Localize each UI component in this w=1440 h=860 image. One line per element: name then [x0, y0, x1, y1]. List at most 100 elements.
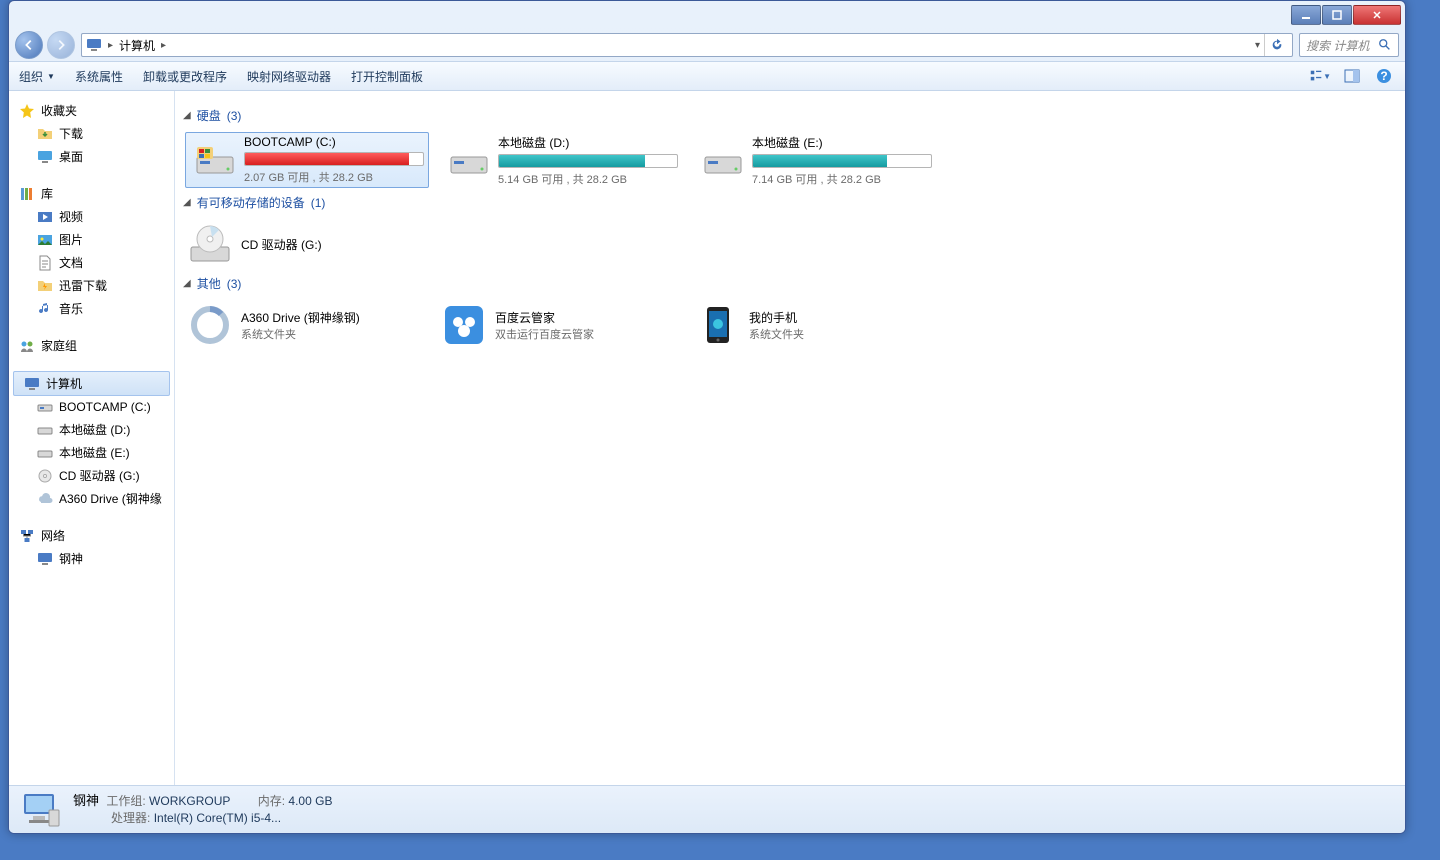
document-icon: [37, 255, 53, 271]
tree-item-drive-c[interactable]: BOOTCAMP (C:): [9, 396, 174, 418]
computer-large-icon: [21, 790, 61, 830]
drive-item[interactable]: 本地磁盘 (E:) 7.14 GB 可用 , 共 28.2 GB: [693, 132, 937, 188]
forward-button[interactable]: [47, 31, 75, 59]
other-item-subtitle: 双击运行百度云管家: [495, 326, 594, 342]
chevron-right-icon: ▸: [108, 40, 113, 51]
phone-icon: [697, 304, 739, 346]
other-list: A360 Drive (钢神缘钢) 系统文件夹 百度云管家 双击运行百度云管家 …: [185, 300, 1399, 350]
maximize-button[interactable]: [1322, 5, 1352, 25]
tree-item-a360[interactable]: A360 Drive (钢神缘: [9, 487, 174, 510]
details-pane: 钢神 工作组: WORKGROUP 内存: 4.00 GB 处理器: Intel…: [9, 785, 1405, 833]
tree-item-documents[interactable]: 文档: [9, 251, 174, 274]
system-properties[interactable]: 系统属性: [75, 68, 123, 85]
other-item[interactable]: 我的手机 系统文件夹: [693, 300, 937, 350]
other-item-name: 我的手机: [749, 309, 804, 326]
explorer-window: ▸ 计算机 ▸ ▾ 搜索 计算机 组织▼ 系统属性 卸载或更改程序 映射网络驱动…: [8, 0, 1406, 834]
tree-homegroup: 家庭组: [9, 334, 174, 357]
tree-item-drive-d[interactable]: 本地磁盘 (D:): [9, 418, 174, 441]
other-item-name: 百度云管家: [495, 309, 594, 326]
drive-name: 本地磁盘 (E:): [752, 134, 932, 151]
drive-item[interactable]: BOOTCAMP (C:) 2.07 GB 可用 , 共 28.2 GB: [185, 132, 429, 188]
details-computer-name: 钢神: [73, 793, 99, 808]
drive-list-removable: CD 驱动器 (G:): [185, 219, 1399, 269]
view-options-button[interactable]: ▼: [1309, 65, 1331, 87]
tree-network: 网络 钢神: [9, 524, 174, 570]
tree-item-videos[interactable]: 视频: [9, 205, 174, 228]
drive-item[interactable]: 本地磁盘 (D:) 5.14 GB 可用 , 共 28.2 GB: [439, 132, 683, 188]
tree-libraries: 库 视频 图片 文档 迅雷下载 音乐: [9, 182, 174, 320]
tree-item-desktop[interactable]: 桌面: [9, 145, 174, 168]
network-header[interactable]: 网络: [9, 524, 174, 547]
drive-list-hdd: BOOTCAMP (C:) 2.07 GB 可用 , 共 28.2 GB 本地磁…: [185, 132, 1399, 188]
map-network-drive[interactable]: 映射网络驱动器: [247, 68, 331, 85]
other-item[interactable]: A360 Drive (钢神缘钢) 系统文件夹: [185, 300, 429, 350]
homegroup-header[interactable]: 家庭组: [9, 334, 174, 357]
drive-usage-bar: [752, 154, 932, 168]
tree-item-thunder[interactable]: 迅雷下载: [9, 274, 174, 297]
folder-icon: [37, 126, 53, 142]
tree-item-pictures[interactable]: 图片: [9, 228, 174, 251]
libraries-header[interactable]: 库: [9, 182, 174, 205]
back-button[interactable]: [15, 31, 43, 59]
baidu-icon: [443, 304, 485, 346]
drive-name: BOOTCAMP (C:): [244, 135, 424, 149]
tree-computer: 计算机 BOOTCAMP (C:) 本地磁盘 (D:) 本地磁盘 (E:) CD…: [9, 371, 174, 510]
breadcrumb-location[interactable]: 计算机: [119, 37, 155, 54]
picture-icon: [37, 232, 53, 248]
drive-status: 5.14 GB 可用 , 共 28.2 GB: [498, 171, 678, 187]
cd-icon: [37, 468, 53, 484]
group-header-removable[interactable]: ◢ 有可移动存储的设备 (1): [183, 194, 1399, 211]
chevron-down-icon[interactable]: ▾: [1255, 40, 1260, 51]
command-bar: 组织▼ 系统属性 卸载或更改程序 映射网络驱动器 打开控制面板 ▼ ?: [9, 61, 1405, 91]
download-icon: [37, 278, 53, 294]
minimize-button[interactable]: [1291, 5, 1321, 25]
music-icon: [37, 301, 53, 317]
favorites-header[interactable]: 收藏夹: [9, 99, 174, 122]
cd-drive-item[interactable]: CD 驱动器 (G:): [185, 219, 429, 269]
a360-icon: [189, 304, 231, 346]
help-button[interactable]: ?: [1373, 65, 1395, 87]
computer-icon: [24, 376, 40, 392]
search-placeholder: 搜索 计算机: [1306, 37, 1369, 54]
navigation-pane: 收藏夹 下载 桌面 库 视频 图片 文档 迅雷下载 音乐: [9, 91, 175, 785]
cd-drive-label: CD 驱动器 (G:): [241, 236, 322, 253]
star-icon: [19, 103, 35, 119]
collapse-icon: ◢: [183, 197, 191, 208]
other-item-subtitle: 系统文件夹: [241, 326, 360, 342]
drive-status: 7.14 GB 可用 , 共 28.2 GB: [752, 171, 932, 187]
cd-drive-icon: [189, 223, 231, 265]
drive-icon: [37, 422, 53, 438]
address-bar[interactable]: ▸ 计算机 ▸ ▾: [81, 33, 1293, 57]
explorer-body: 收藏夹 下载 桌面 库 视频 图片 文档 迅雷下载 音乐: [9, 91, 1405, 785]
preview-pane-button[interactable]: [1341, 65, 1363, 87]
group-header-other[interactable]: ◢ 其他 (3): [183, 275, 1399, 292]
drive-icon: [37, 445, 53, 461]
hard-drive-icon: [448, 139, 490, 181]
computer-header[interactable]: 计算机: [13, 371, 170, 396]
organize-menu[interactable]: 组织▼: [19, 68, 55, 85]
computer-icon: [37, 551, 53, 567]
tree-item-network-pc[interactable]: 钢神: [9, 547, 174, 570]
computer-icon: [86, 37, 102, 53]
drive-status: 2.07 GB 可用 , 共 28.2 GB: [244, 169, 424, 185]
refresh-button[interactable]: [1264, 34, 1288, 56]
other-item[interactable]: 百度云管家 双击运行百度云管家: [439, 300, 683, 350]
close-button[interactable]: [1353, 5, 1401, 25]
drive-icon: [37, 399, 53, 415]
search-box[interactable]: 搜索 计算机: [1299, 33, 1399, 57]
other-item-name: A360 Drive (钢神缘钢): [241, 309, 360, 326]
uninstall-programs[interactable]: 卸载或更改程序: [143, 68, 227, 85]
desktop-icon: [37, 149, 53, 165]
tree-item-cd-drive[interactable]: CD 驱动器 (G:): [9, 464, 174, 487]
open-control-panel[interactable]: 打开控制面板: [351, 68, 423, 85]
navigation-bar: ▸ 计算机 ▸ ▾ 搜索 计算机: [9, 29, 1405, 61]
tree-item-downloads[interactable]: 下载: [9, 122, 174, 145]
group-header-hdd[interactable]: ◢ 硬盘 (3): [183, 107, 1399, 124]
cloud-icon: [37, 491, 53, 507]
search-icon: [1378, 38, 1392, 52]
tree-item-drive-e[interactable]: 本地磁盘 (E:): [9, 441, 174, 464]
tree-item-music[interactable]: 音乐: [9, 297, 174, 320]
collapse-icon: ◢: [183, 278, 191, 289]
details-text: 钢神 工作组: WORKGROUP 内存: 4.00 GB 处理器: Intel…: [73, 792, 356, 827]
video-icon: [37, 209, 53, 225]
